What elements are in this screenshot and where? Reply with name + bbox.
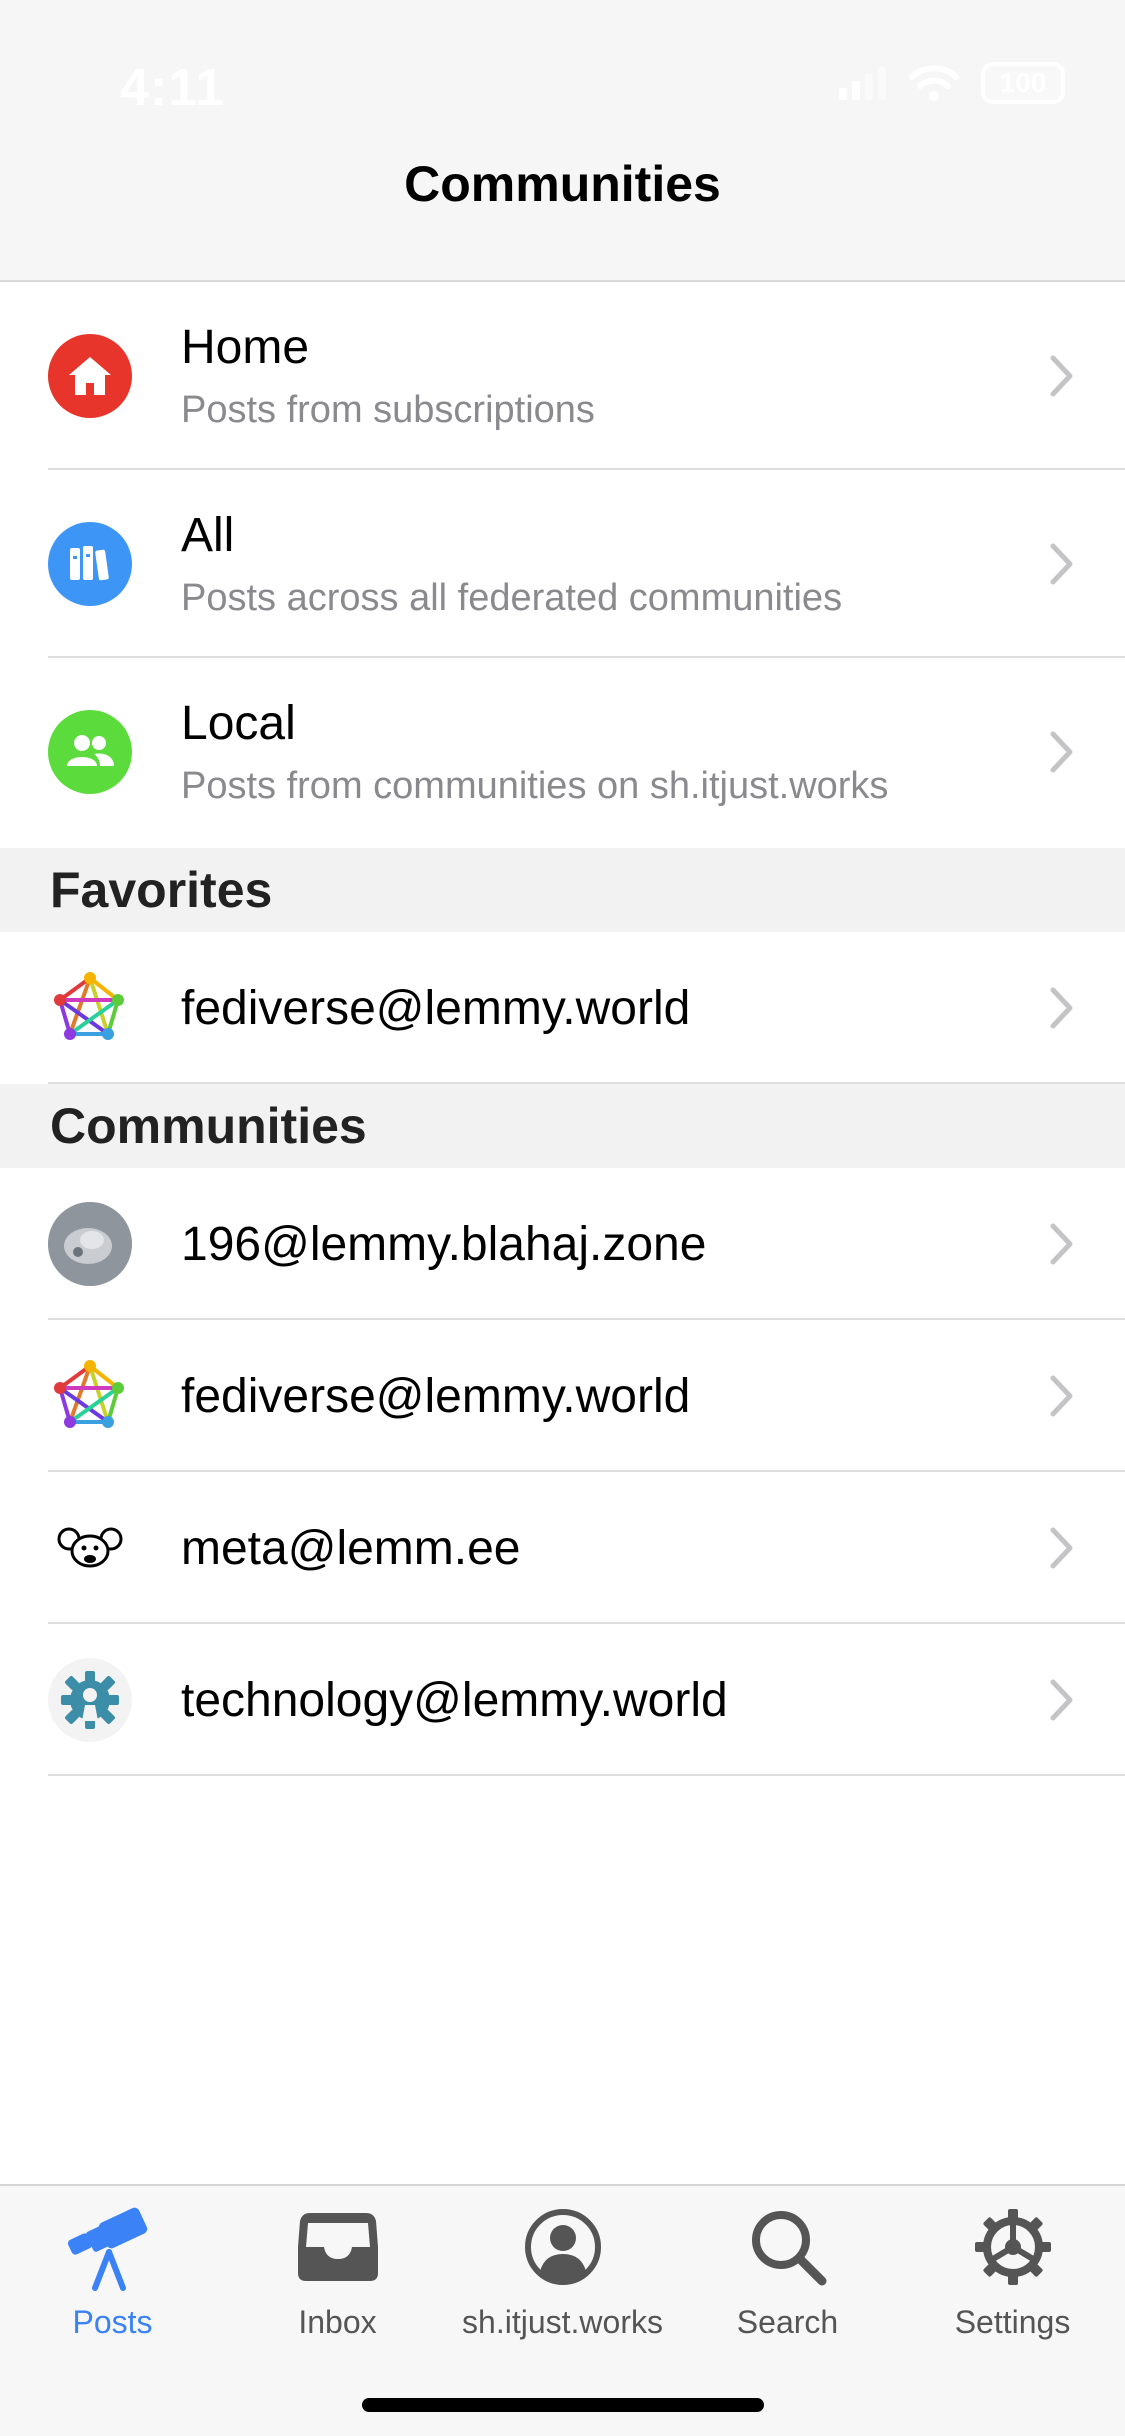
feed-title: All: [181, 509, 235, 562]
community-row[interactable]: fediverse@lemmy.world: [0, 1320, 1125, 1472]
tab-account[interactable]: sh.itjust.works: [450, 2202, 675, 2341]
magnifier-icon: [675, 2202, 900, 2292]
signal-icon: [839, 66, 886, 100]
tab-settings[interactable]: Settings: [900, 2202, 1125, 2341]
chevron-right-icon: [1047, 1371, 1077, 1421]
feed-subtitle: Posts across all federated communities: [181, 577, 843, 619]
page-title: Communities: [0, 159, 1125, 282]
feed-row-all[interactable]: All Posts across all federated communiti…: [0, 470, 1125, 658]
fediverse-icon: [48, 1354, 132, 1438]
telescope-icon: [0, 2202, 225, 2292]
communities-list: 196@lemmy.blahaj.zone fediverse@lemmy.wo…: [0, 1168, 1125, 1776]
community-name: fediverse@lemmy.world: [181, 1369, 691, 1423]
community-row[interactable]: meta@lemm.ee: [0, 1472, 1125, 1624]
tab-posts[interactable]: Posts: [0, 2202, 225, 2341]
community-name: technology@lemmy.world: [181, 1673, 728, 1727]
tab-label: Settings: [954, 2304, 1071, 2340]
feed-row-home[interactable]: Home Posts from subscriptions: [0, 282, 1125, 470]
feeds-list: Home Posts from subscriptions All Posts …: [0, 282, 1125, 846]
books-icon: [48, 522, 132, 606]
tab-label: Inbox: [298, 2304, 377, 2340]
people-icon: [48, 710, 132, 794]
feed-title: Local: [181, 697, 296, 750]
mouse-icon: [48, 1506, 132, 1590]
community-row[interactable]: fediverse@lemmy.world: [0, 932, 1125, 1084]
feed-subtitle: Posts from subscriptions: [181, 389, 595, 431]
gear-person-icon: [48, 1658, 132, 1742]
person-circle-icon: [450, 2202, 675, 2292]
house-icon: [48, 334, 132, 418]
page-title-text: Communities: [404, 156, 721, 212]
community-row[interactable]: technology@lemmy.world: [0, 1624, 1125, 1776]
chevron-right-icon: [1047, 1675, 1077, 1725]
feed-row-local[interactable]: Local Posts from communities on sh.itjus…: [0, 658, 1125, 846]
section-header-communities: Communities: [0, 1084, 1125, 1168]
feed-title: Home: [181, 321, 310, 374]
feed-subtitle: Posts from communities on sh.itjust.work…: [181, 765, 889, 807]
chevron-right-icon: [1047, 983, 1077, 1033]
tab-label: Posts: [72, 2304, 153, 2340]
battery-icon: 100: [981, 62, 1065, 104]
status-time: 4:11: [120, 59, 226, 117]
chevron-right-icon: [1047, 351, 1077, 401]
row-separator: [48, 1774, 1125, 1776]
chevron-right-icon: [1047, 727, 1077, 777]
community-name: 196@lemmy.blahaj.zone: [181, 1217, 707, 1271]
gear-icon: [900, 2202, 1125, 2292]
community-name: fediverse@lemmy.world: [181, 981, 691, 1035]
community-name: meta@lemm.ee: [181, 1521, 521, 1575]
fediverse-icon: [48, 966, 132, 1050]
chevron-right-icon: [1047, 1219, 1077, 1269]
tab-label: sh.itjust.works: [462, 2304, 663, 2340]
chevron-right-icon: [1047, 539, 1077, 589]
wifi-icon: [909, 65, 959, 101]
status-icons: 100: [839, 62, 1065, 104]
chevron-right-icon: [1047, 1523, 1077, 1573]
home-indicator[interactable]: [362, 2398, 764, 2412]
favorites-list: fediverse@lemmy.world: [0, 932, 1125, 1084]
tab-label: Search: [736, 2304, 839, 2340]
community-avatar-icon: [48, 1202, 132, 1286]
tray-icon: [225, 2202, 450, 2292]
status-bar: 4:11 100: [0, 0, 1125, 180]
community-row[interactable]: 196@lemmy.blahaj.zone: [0, 1168, 1125, 1320]
section-header-favorites: Favorites: [0, 848, 1125, 932]
tab-search[interactable]: Search: [675, 2202, 900, 2341]
communities-screen: 4:11 100 Communities Home Posts from sub…: [0, 0, 1125, 2436]
tab-inbox[interactable]: Inbox: [225, 2202, 450, 2341]
